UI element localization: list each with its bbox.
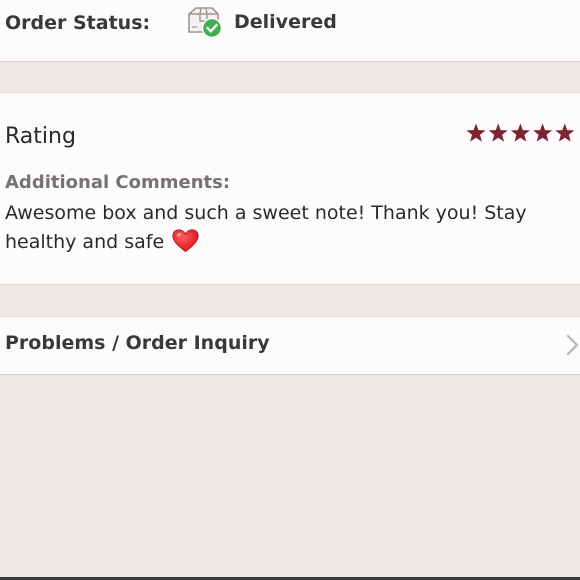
star-icon: [510, 123, 530, 142]
rating-label: Rating: [5, 124, 76, 149]
star-icon: [466, 123, 486, 142]
additional-comments-label: Additional Comments:: [5, 172, 231, 193]
chevron-right-icon[interactable]: [566, 333, 580, 357]
star-icon: [488, 123, 508, 142]
package-delivered-icon: [188, 7, 223, 39]
order-status-label: Order Status:: [5, 12, 151, 34]
star-rating: [466, 123, 575, 142]
comment-body: Awesome box and such a sweet note! Thank…: [5, 199, 575, 257]
heart-icon: [172, 229, 199, 252]
star-icon: [555, 123, 575, 142]
order-status-value: Delivered: [234, 11, 337, 33]
order-inquiry-label[interactable]: Problems / Order Inquiry: [5, 332, 270, 354]
star-icon: [533, 123, 553, 142]
comment-text: Awesome box and such a sweet note! Thank…: [5, 202, 527, 253]
